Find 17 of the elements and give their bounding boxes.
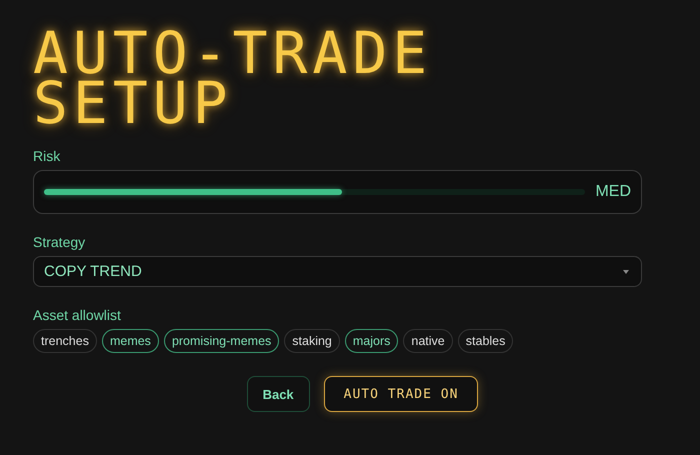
- strategy-select[interactable]: COPY TREND: [33, 256, 642, 287]
- caret-icon: [623, 270, 629, 274]
- asset-allowlist-label: Asset allowlist: [33, 307, 122, 323]
- asset-chip[interactable]: majors: [344, 329, 398, 353]
- asset-chip[interactable]: staking: [284, 329, 340, 353]
- risk-slider[interactable]: [44, 189, 586, 195]
- risk-reading: MED: [595, 183, 631, 201]
- asset-chip[interactable]: stables: [458, 329, 514, 353]
- risk-label: Risk: [33, 148, 62, 164]
- asset-chip[interactable]: memes: [102, 329, 159, 353]
- asset-chip[interactable]: native: [403, 329, 453, 353]
- auto-trade-button[interactable]: AUTO TRADE ON: [324, 376, 478, 412]
- asset-chip[interactable]: trenches: [33, 329, 97, 353]
- back-button[interactable]: Back: [246, 376, 310, 412]
- strategy-label: Strategy: [33, 234, 86, 250]
- page-title: AUTO-TRADE SETUP: [33, 28, 434, 128]
- asset-chip[interactable]: promising-memes: [164, 329, 280, 353]
